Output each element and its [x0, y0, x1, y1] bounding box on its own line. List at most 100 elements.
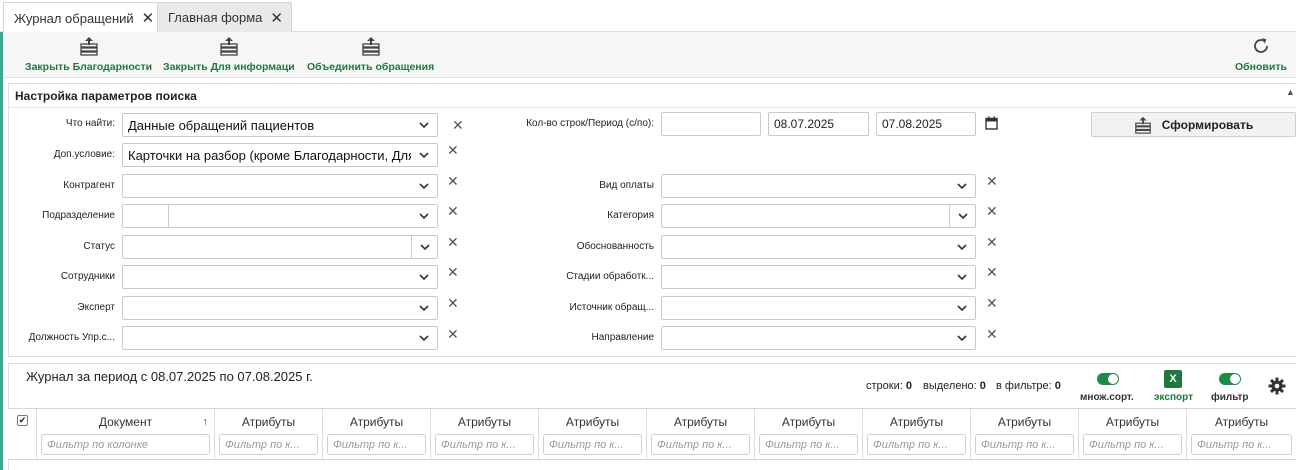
clear-icon[interactable]: ✕	[986, 173, 998, 190]
merge-button[interactable]: Объединить обращения	[307, 36, 434, 73]
date-from-input[interactable]: 08.07.2025	[768, 112, 869, 136]
column-attributes[interactable]: Атрибуты Фильтр по к...	[431, 409, 539, 460]
payment-select[interactable]	[661, 174, 976, 198]
source-select[interactable]	[661, 296, 976, 320]
department-select[interactable]	[122, 204, 438, 228]
clear-icon[interactable]: ✕	[986, 234, 998, 251]
tab-journal[interactable]: Журнал обращений ✕	[3, 2, 164, 33]
column-attributes[interactable]: Атрибуты Фильтр по к...	[647, 409, 755, 460]
toggle-knob	[1108, 374, 1118, 384]
multisort-toggle[interactable]	[1097, 373, 1119, 385]
column-attributes[interactable]: Атрибуты Фильтр по к...	[1079, 409, 1187, 460]
column-filter-input[interactable]: Фильтр по колонке	[41, 434, 210, 455]
chevron-down-icon	[949, 236, 975, 258]
expert-select[interactable]	[122, 296, 438, 320]
close-icon[interactable]: ✕	[142, 9, 155, 27]
clear-icon[interactable]: ✕	[986, 203, 998, 220]
position-label: Должность Упр.с...	[28, 332, 115, 343]
close-info-button[interactable]: Закрыть Для информаци	[163, 36, 295, 73]
select-all-column: ✔	[8, 409, 37, 460]
extra-condition-label: Доп.условие:	[53, 149, 115, 160]
column-filter-input[interactable]: Фильтр по к...	[975, 434, 1074, 455]
chevron-down-icon	[411, 327, 437, 349]
date-to-input[interactable]: 07.08.2025	[876, 112, 976, 136]
clear-icon[interactable]: ✕	[447, 203, 459, 220]
column-filter-input[interactable]: Фильтр по к...	[867, 434, 966, 455]
clear-icon[interactable]: ✕	[447, 326, 459, 343]
column-document[interactable]: Документ ↑ Фильтр по колонке	[37, 409, 215, 460]
status-select[interactable]	[122, 235, 438, 259]
stages-label: Стадии обработк...	[566, 271, 654, 282]
column-filter-input[interactable]: Фильтр по к...	[1083, 434, 1182, 455]
tab-main-form[interactable]: Главная форма ✕	[157, 2, 292, 32]
filtered-stat: в фильтре: 0	[996, 380, 1061, 392]
field-divider	[168, 205, 169, 227]
column-attributes[interactable]: Атрибуты Фильтр по к...	[323, 409, 431, 460]
column-filter-input[interactable]: Фильтр по к...	[219, 434, 318, 455]
filter-toggle[interactable]	[1219, 373, 1241, 385]
stages-select[interactable]	[661, 265, 976, 289]
collapse-icon[interactable]: ▲	[1286, 87, 1295, 97]
column-attributes[interactable]: Атрибуты Фильтр по к...	[755, 409, 863, 460]
gear-icon[interactable]	[1268, 377, 1286, 398]
clear-icon[interactable]: ✕	[447, 234, 459, 251]
direction-select[interactable]	[661, 326, 976, 350]
panel-header[interactable]: Настройка параметров поиска	[9, 84, 1296, 108]
column-attributes[interactable]: Атрибуты Фильтр по к...	[1187, 409, 1296, 460]
generate-button[interactable]: Сформировать	[1091, 112, 1296, 137]
toolbar: Закрыть Благодарности Закрыть Для информ…	[3, 32, 1296, 78]
staff-select[interactable]	[122, 265, 438, 289]
contractor-select[interactable]	[122, 174, 438, 198]
direction-label: Направление	[591, 332, 654, 343]
multisort-label: множ.сорт.	[1080, 392, 1134, 403]
column-header: Атрибуты	[889, 415, 944, 429]
panel-title: Настройка параметров поиска	[15, 88, 197, 103]
clear-icon[interactable]: ✕	[447, 264, 459, 281]
filtered-stat-label: в фильтре:	[996, 380, 1052, 392]
position-select[interactable]	[122, 326, 438, 350]
tab-bar: Журнал обращений ✕ Главная форма ✕	[0, 0, 1296, 33]
column-header: Атрибуты	[457, 415, 512, 429]
chevron-down-icon	[411, 266, 437, 288]
column-filter-input[interactable]: Фильтр по к...	[327, 434, 426, 455]
category-select[interactable]	[661, 204, 976, 228]
select-all-checkbox[interactable]: ✔	[17, 415, 28, 426]
close-thanks-button[interactable]: Закрыть Благодарности	[25, 36, 152, 73]
column-attributes[interactable]: Атрибуты Фильтр по к...	[215, 409, 323, 460]
contractor-label: Контрагент	[63, 180, 115, 191]
close-icon[interactable]: ✕	[270, 9, 283, 27]
column-attributes[interactable]: Атрибуты Фильтр по к...	[539, 409, 647, 460]
column-filter-input[interactable]: Фильтр по к...	[651, 434, 750, 455]
column-attributes[interactable]: Атрибуты Фильтр по к...	[971, 409, 1079, 460]
chevron-down-icon	[949, 266, 975, 288]
column-filter-input[interactable]: Фильтр по к...	[543, 434, 642, 455]
clear-icon[interactable]: ✕	[447, 142, 459, 159]
rows-stat: строки: 0	[866, 380, 912, 392]
export-label[interactable]: экспорт	[1154, 392, 1193, 403]
excel-icon[interactable]: X	[1164, 370, 1182, 388]
clear-icon[interactable]: ✕	[447, 295, 459, 312]
close-thanks-label: Закрыть Благодарности	[25, 61, 153, 73]
refresh-button[interactable]: Обновить	[1235, 36, 1287, 73]
rows-count-input[interactable]	[661, 112, 761, 136]
column-filter-input[interactable]: Фильтр по к...	[759, 434, 858, 455]
clear-icon[interactable]: ✕	[986, 295, 998, 312]
column-header: Атрибуты	[673, 415, 728, 429]
source-label: Источник обращ...	[569, 302, 654, 313]
payment-label: Вид оплаты	[599, 180, 654, 191]
extra-condition-select[interactable]: Карточки на разбор (кроме Благодарности,…	[122, 143, 438, 167]
column-filter-input[interactable]: Фильтр по к...	[435, 434, 534, 455]
calendar-icon[interactable]	[985, 116, 998, 133]
column-filter-input[interactable]: Фильтр по к...	[1191, 434, 1292, 455]
clear-icon[interactable]: ✕	[447, 173, 459, 190]
clear-icon[interactable]: ✕	[986, 264, 998, 281]
category-label: Категория	[607, 210, 654, 221]
validity-select[interactable]	[661, 235, 976, 259]
clear-icon[interactable]: ✕	[986, 326, 998, 343]
tab-label: Журнал обращений	[14, 10, 134, 26]
chevron-down-icon	[411, 144, 437, 166]
clear-icon[interactable]: ✕	[452, 117, 464, 134]
column-attributes[interactable]: Атрибуты Фильтр по к...	[863, 409, 971, 460]
chevron-down-icon	[949, 297, 975, 319]
what-select[interactable]: Данные обращений пациентов	[122, 113, 438, 137]
